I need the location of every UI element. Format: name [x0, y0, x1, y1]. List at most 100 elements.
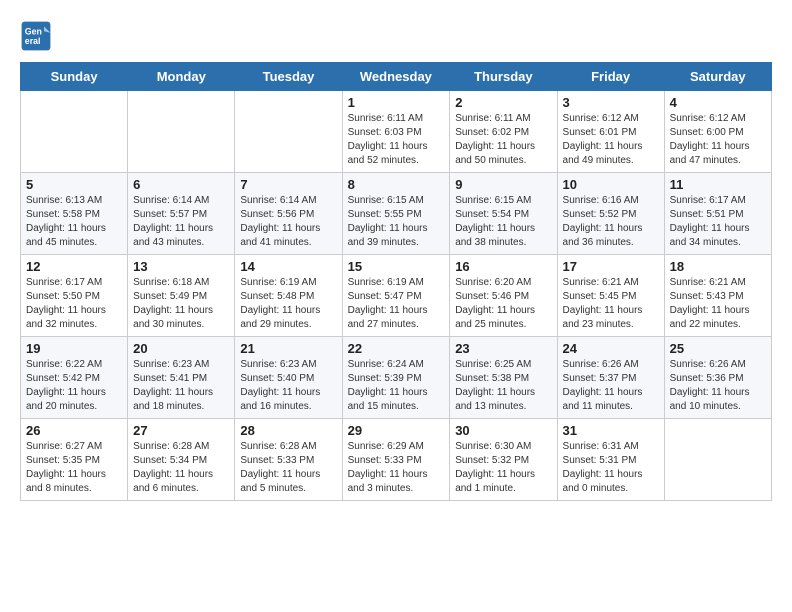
calendar-cell: 1 Sunrise: 6:11 AM Sunset: 6:03 PM Daylig… — [342, 91, 450, 173]
calendar-cell: 8 Sunrise: 6:15 AM Sunset: 5:55 PM Daylig… — [342, 173, 450, 255]
day-number: 18 — [670, 259, 766, 274]
day-number: 2 — [455, 95, 551, 110]
day-number: 29 — [348, 423, 445, 438]
day-info: Sunrise: 6:16 AM Sunset: 5:52 PM Dayligh… — [563, 194, 659, 250]
calendar-cell: 5 Sunrise: 6:13 AM Sunset: 5:58 PM Daylig… — [21, 173, 128, 255]
day-info: Sunrise: 6:21 AM Sunset: 5:43 PM Dayligh… — [670, 276, 766, 332]
weekday-header-thursday: Thursday — [450, 63, 557, 91]
day-number: 22 — [348, 341, 445, 356]
calendar-cell: 16Sunrise: 6:20 AM Sunset: 5:46 PM Dayli… — [450, 255, 557, 337]
calendar-table: SundayMondayTuesdayWednesdayThursdayFrid… — [20, 62, 772, 501]
day-info: Sunrise: 6:11 AM Sunset: 6:03 PM Dayligh… — [348, 112, 445, 168]
calendar-cell: 6 Sunrise: 6:14 AM Sunset: 5:57 PM Daylig… — [128, 173, 235, 255]
day-number: 25 — [670, 341, 766, 356]
day-number: 19 — [26, 341, 122, 356]
day-number: 28 — [240, 423, 336, 438]
page-header: Gen eral — [20, 20, 772, 52]
day-info: Sunrise: 6:12 AM Sunset: 6:00 PM Dayligh… — [670, 112, 766, 168]
day-number: 21 — [240, 341, 336, 356]
day-info: Sunrise: 6:19 AM Sunset: 5:47 PM Dayligh… — [348, 276, 445, 332]
weekday-header-row: SundayMondayTuesdayWednesdayThursdayFrid… — [21, 63, 772, 91]
day-number: 30 — [455, 423, 551, 438]
calendar-cell: 13Sunrise: 6:18 AM Sunset: 5:49 PM Dayli… — [128, 255, 235, 337]
day-number: 4 — [670, 95, 766, 110]
day-info: Sunrise: 6:29 AM Sunset: 5:33 PM Dayligh… — [348, 440, 445, 496]
calendar-cell: 30 Sunrise: 6:30 AM Sunset: 5:32 PM Dayli… — [450, 419, 557, 501]
calendar-week-row: 12 Sunrise: 6:17 AM Sunset: 5:50 PM Dayli… — [21, 255, 772, 337]
logo: Gen eral — [20, 20, 56, 52]
calendar-cell: 9Sunrise: 6:15 AM Sunset: 5:54 PM Daylig… — [450, 173, 557, 255]
calendar-cell: 26 Sunrise: 6:27 AM Sunset: 5:35 PM Dayli… — [21, 419, 128, 501]
day-number: 26 — [26, 423, 122, 438]
day-info: Sunrise: 6:11 AM Sunset: 6:02 PM Dayligh… — [455, 112, 551, 168]
day-info: Sunrise: 6:30 AM Sunset: 5:32 PM Dayligh… — [455, 440, 551, 496]
day-number: 1 — [348, 95, 445, 110]
calendar-week-row: 5 Sunrise: 6:13 AM Sunset: 5:58 PM Daylig… — [21, 173, 772, 255]
day-info: Sunrise: 6:12 AM Sunset: 6:01 PM Dayligh… — [563, 112, 659, 168]
calendar-cell: 10 Sunrise: 6:16 AM Sunset: 5:52 PM Dayli… — [557, 173, 664, 255]
weekday-header-friday: Friday — [557, 63, 664, 91]
calendar-week-row: 26 Sunrise: 6:27 AM Sunset: 5:35 PM Dayli… — [21, 419, 772, 501]
calendar-cell: 17Sunrise: 6:21 AM Sunset: 5:45 PM Dayli… — [557, 255, 664, 337]
day-info: Sunrise: 6:14 AM Sunset: 5:57 PM Dayligh… — [133, 194, 229, 250]
calendar-cell: 18 Sunrise: 6:21 AM Sunset: 5:43 PM Dayli… — [664, 255, 771, 337]
day-number: 17 — [563, 259, 659, 274]
day-info: Sunrise: 6:31 AM Sunset: 5:31 PM Dayligh… — [563, 440, 659, 496]
day-info: Sunrise: 6:13 AM Sunset: 5:58 PM Dayligh… — [26, 194, 122, 250]
weekday-header-saturday: Saturday — [664, 63, 771, 91]
day-info: Sunrise: 6:17 AM Sunset: 5:51 PM Dayligh… — [670, 194, 766, 250]
day-number: 27 — [133, 423, 229, 438]
calendar-cell: 3 Sunrise: 6:12 AM Sunset: 6:01 PM Daylig… — [557, 91, 664, 173]
day-number: 20 — [133, 341, 229, 356]
calendar-cell: 31 Sunrise: 6:31 AM Sunset: 5:31 PM Dayli… — [557, 419, 664, 501]
day-info: Sunrise: 6:24 AM Sunset: 5:39 PM Dayligh… — [348, 358, 445, 414]
weekday-header-sunday: Sunday — [21, 63, 128, 91]
calendar-cell: 25 Sunrise: 6:26 AM Sunset: 5:36 PM Dayli… — [664, 337, 771, 419]
day-number: 6 — [133, 177, 229, 192]
day-number: 12 — [26, 259, 122, 274]
day-info: Sunrise: 6:28 AM Sunset: 5:33 PM Dayligh… — [240, 440, 336, 496]
calendar-cell — [21, 91, 128, 173]
day-info: Sunrise: 6:22 AM Sunset: 5:42 PM Dayligh… — [26, 358, 122, 414]
calendar-cell: 11Sunrise: 6:17 AM Sunset: 5:51 PM Dayli… — [664, 173, 771, 255]
weekday-header-wednesday: Wednesday — [342, 63, 450, 91]
calendar-cell — [128, 91, 235, 173]
day-number: 3 — [563, 95, 659, 110]
calendar-cell: 15Sunrise: 6:19 AM Sunset: 5:47 PM Dayli… — [342, 255, 450, 337]
day-number: 8 — [348, 177, 445, 192]
svg-text:eral: eral — [25, 36, 41, 46]
calendar-cell: 4 Sunrise: 6:12 AM Sunset: 6:00 PM Daylig… — [664, 91, 771, 173]
calendar-cell: 20 Sunrise: 6:23 AM Sunset: 5:41 PM Dayli… — [128, 337, 235, 419]
calendar-week-row: 1 Sunrise: 6:11 AM Sunset: 6:03 PM Daylig… — [21, 91, 772, 173]
calendar-cell — [664, 419, 771, 501]
calendar-week-row: 19 Sunrise: 6:22 AM Sunset: 5:42 PM Dayli… — [21, 337, 772, 419]
calendar-cell: 24 Sunrise: 6:26 AM Sunset: 5:37 PM Dayli… — [557, 337, 664, 419]
day-info: Sunrise: 6:26 AM Sunset: 5:36 PM Dayligh… — [670, 358, 766, 414]
calendar-cell: 22 Sunrise: 6:24 AM Sunset: 5:39 PM Dayli… — [342, 337, 450, 419]
calendar-cell: 28 Sunrise: 6:28 AM Sunset: 5:33 PM Dayli… — [235, 419, 342, 501]
day-info: Sunrise: 6:27 AM Sunset: 5:35 PM Dayligh… — [26, 440, 122, 496]
calendar-cell: 7Sunrise: 6:14 AM Sunset: 5:56 PM Daylig… — [235, 173, 342, 255]
day-info: Sunrise: 6:17 AM Sunset: 5:50 PM Dayligh… — [26, 276, 122, 332]
day-number: 31 — [563, 423, 659, 438]
weekday-header-tuesday: Tuesday — [235, 63, 342, 91]
calendar-cell: 23Sunrise: 6:25 AM Sunset: 5:38 PM Dayli… — [450, 337, 557, 419]
day-number: 10 — [563, 177, 659, 192]
day-number: 7 — [240, 177, 336, 192]
calendar-cell — [235, 91, 342, 173]
day-info: Sunrise: 6:20 AM Sunset: 5:46 PM Dayligh… — [455, 276, 551, 332]
day-info: Sunrise: 6:23 AM Sunset: 5:41 PM Dayligh… — [133, 358, 229, 414]
logo-icon: Gen eral — [20, 20, 52, 52]
day-number: 5 — [26, 177, 122, 192]
day-info: Sunrise: 6:26 AM Sunset: 5:37 PM Dayligh… — [563, 358, 659, 414]
calendar-cell: 21Sunrise: 6:23 AM Sunset: 5:40 PM Dayli… — [235, 337, 342, 419]
calendar-header: SundayMondayTuesdayWednesdayThursdayFrid… — [21, 63, 772, 91]
day-number: 24 — [563, 341, 659, 356]
day-info: Sunrise: 6:28 AM Sunset: 5:34 PM Dayligh… — [133, 440, 229, 496]
day-info: Sunrise: 6:15 AM Sunset: 5:54 PM Dayligh… — [455, 194, 551, 250]
day-info: Sunrise: 6:19 AM Sunset: 5:48 PM Dayligh… — [240, 276, 336, 332]
day-info: Sunrise: 6:15 AM Sunset: 5:55 PM Dayligh… — [348, 194, 445, 250]
calendar-body: 1 Sunrise: 6:11 AM Sunset: 6:03 PM Daylig… — [21, 91, 772, 501]
day-number: 14 — [240, 259, 336, 274]
svg-text:Gen: Gen — [25, 26, 42, 36]
